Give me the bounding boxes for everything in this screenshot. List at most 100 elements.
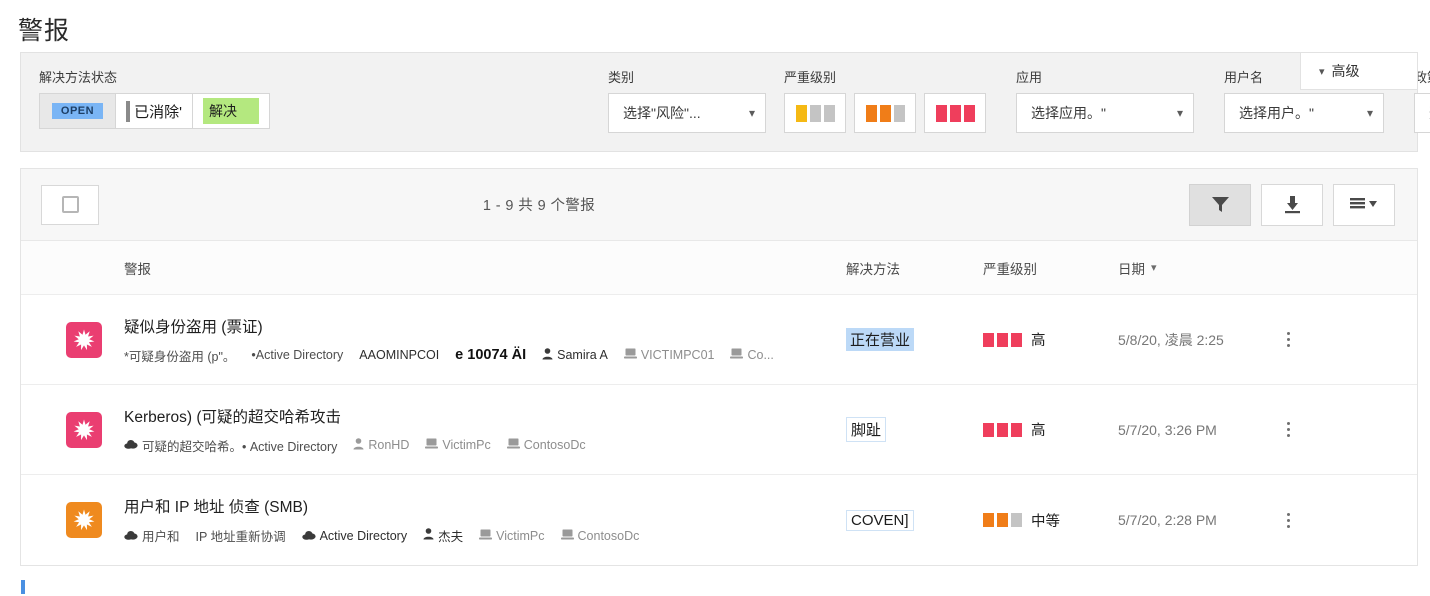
person-icon: [423, 528, 434, 543]
alert-meta: 可疑的超交哈希。• Active Directory RonHD VictimPc C…: [124, 436, 846, 455]
computer-icon: [506, 438, 520, 452]
list-icon: [1350, 198, 1377, 209]
chevron-down-icon: ▾: [1176, 106, 1183, 120]
row-actions-button[interactable]: [1268, 512, 1308, 528]
severity-bar: [795, 104, 807, 122]
severity-bar: [935, 104, 947, 122]
severity-bar: [1011, 332, 1022, 347]
alert-severity-cell: 中等: [983, 510, 1118, 531]
alert-meta-item: 用户和: [124, 526, 180, 545]
alert-meta: *可疑身份盗用 (p"。 •Active Directory AAOMINPCOI e…: [124, 346, 846, 365]
column-header-alert: 警报: [124, 261, 151, 277]
alert-meta-item: Active Directory: [301, 529, 407, 543]
column-header-date[interactable]: 日期 ▾: [1118, 258, 1268, 278]
status-dismissed-pill: 已消除': [126, 100, 182, 122]
alert-meta: 用户和 IP 地址重新协调 Active Directory 杰夫 VictimPc Co…: [124, 526, 846, 545]
download-button[interactable]: [1261, 183, 1323, 226]
alert-resolution-cell: 脚趾: [846, 417, 983, 442]
table-row[interactable]: Kerberos) (可疑的超交哈希攻击 可疑的超交哈希。• Active Dir…: [21, 385, 1417, 475]
username-select[interactable]: 选择用户。" ▾: [1224, 93, 1384, 133]
filter-group-status: 解决方法状态 OPEN 已消除' 解决: [21, 67, 270, 129]
alert-severity-cell: 高: [983, 329, 1118, 350]
table-column-headers: 警报 解决方法 严重级别 日期 ▾: [21, 241, 1417, 295]
chevron-down-icon: ▾: [1366, 106, 1373, 120]
severity-bar: [893, 104, 905, 122]
filter-button[interactable]: [1189, 183, 1251, 226]
alert-title[interactable]: 用户和 IP 地址 侦查 (SMB): [124, 495, 846, 517]
status-option-dismissed[interactable]: 已消除': [116, 93, 193, 129]
severity-filter-set: [784, 93, 986, 133]
severity-filter-high[interactable]: [924, 93, 986, 133]
advanced-filters-toggle[interactable]: ▾ 高级: [1300, 52, 1418, 90]
severity-filter-medium[interactable]: [854, 93, 916, 133]
status-option-resolved[interactable]: 解决: [193, 93, 270, 129]
alert-date: 5/7/20, 3:26 PM: [1118, 421, 1217, 438]
alert-meta-item: Co...: [730, 348, 774, 362]
alert-resolution-cell: 正在营业: [846, 328, 983, 351]
filter-group-category: 类别 选择"风险"... ▾: [590, 67, 766, 133]
app-select[interactable]: 选择应用。" ▾: [1016, 93, 1194, 133]
select-all-checkbox[interactable]: [41, 184, 99, 225]
alert-meta-text: ContosoDc: [523, 438, 586, 452]
severity-filter-low[interactable]: [784, 93, 846, 133]
computer-icon: [479, 529, 493, 543]
alert-meta-text: IP 地址重新协调: [195, 530, 286, 544]
view-menu-button[interactable]: [1333, 183, 1395, 226]
person-icon: [542, 347, 553, 363]
checkbox-icon: [61, 196, 79, 213]
table-row[interactable]: 用户和 IP 地址 侦查 (SMB) 用户和 IP 地址重新协调 Active Dir…: [21, 475, 1417, 565]
row-actions-button[interactable]: [1268, 332, 1308, 347]
alert-meta-text: 用户和: [142, 530, 180, 544]
severity-label: 中等: [1031, 513, 1060, 530]
severity-bar: [1011, 422, 1022, 437]
alert-meta-item: *可疑身份盗用 (p"。: [124, 346, 235, 365]
policy-select[interactable]: 选择策略 ▾: [1414, 93, 1430, 133]
severity-bar: [1011, 513, 1022, 527]
kebab-menu-icon: [1286, 512, 1290, 528]
severity-bar: [983, 513, 994, 527]
status-badge: 正在营业: [846, 328, 915, 351]
category-select[interactable]: 选择"风险"... ▾: [608, 93, 766, 133]
computer-icon: [425, 438, 439, 452]
alert-meta-item: Samira A: [542, 347, 608, 363]
alert-severity-icon: [66, 502, 102, 538]
alert-row-main: Kerberos) (可疑的超交哈希攻击 可疑的超交哈希。• Active Dir…: [21, 405, 846, 455]
alert-meta-text: VictimPc: [496, 528, 545, 543]
alerts-table: 1 - 9 共 9 个警报 警报 解决方法 严重级别 日期 ▾ 疑似身份盗用 (…: [20, 168, 1418, 566]
alert-meta-item: ContosoDc: [560, 529, 639, 543]
alert-resolution-cell: COVEN]: [846, 509, 983, 531]
column-header-severity: 严重级别: [983, 261, 1037, 277]
severity-bar: [879, 104, 891, 122]
severity-bar: [983, 332, 994, 347]
computer-icon: [623, 348, 637, 362]
severity-bars: [983, 422, 1022, 437]
category-select-value: 选择"风险"...: [623, 105, 701, 121]
alert-meta-item: RonHD: [353, 437, 410, 453]
severity-bar: [997, 422, 1008, 437]
status-open-pill: OPEN: [51, 103, 104, 119]
chevron-down-icon: ▾: [1319, 65, 1325, 78]
status-option-open[interactable]: OPEN: [39, 93, 116, 129]
severity-bar: [949, 104, 961, 122]
alert-row-text: 疑似身份盗用 (票证) *可疑身份盗用 (p"。 •Active Directory…: [102, 315, 846, 365]
alert-meta-text: VictimPc: [442, 438, 491, 452]
cloud-icon: [301, 529, 316, 543]
alert-title[interactable]: 疑似身份盗用 (票证): [124, 315, 846, 337]
alert-meta-text: 可疑的超交哈希。• Active Directory: [142, 439, 338, 454]
column-header-resolution: 解决方法: [846, 261, 900, 277]
alert-title[interactable]: Kerberos) (可疑的超交哈希攻击: [124, 405, 846, 427]
cloud-icon: [124, 438, 138, 452]
severity-bar: [983, 422, 994, 437]
kebab-menu-icon: [1286, 332, 1290, 347]
table-row[interactable]: 疑似身份盗用 (票证) *可疑身份盗用 (p"。 •Active Directory…: [21, 295, 1417, 385]
page-title: 警报: [18, 17, 71, 45]
alert-severity-icon: [66, 321, 102, 358]
alert-meta-text: *可疑身份盗用 (p"。: [124, 349, 236, 364]
filter-label-severity: 严重级别: [784, 70, 837, 85]
severity-bar: [963, 104, 975, 122]
row-actions-button[interactable]: [1268, 422, 1308, 437]
severity-label: 高: [1031, 333, 1046, 349]
alert-meta-text: RonHD: [368, 438, 410, 452]
table-toolbar: 1 - 9 共 9 个警报: [21, 169, 1417, 241]
filter-label-app: 应用: [1016, 70, 1043, 85]
